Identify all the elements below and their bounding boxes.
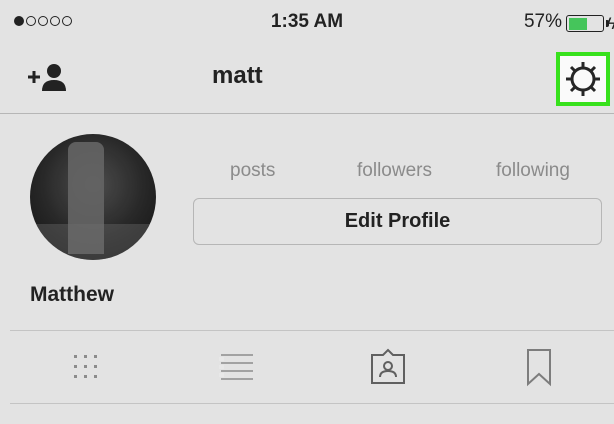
- battery-level: [568, 17, 588, 30]
- tab-list[interactable]: [161, 331, 312, 403]
- profile-screen: 1:35 AM 57% ϟ matt posts followers follo…: [0, 0, 614, 424]
- tab-tagged[interactable]: [312, 331, 463, 403]
- tab-grid[interactable]: [10, 331, 161, 403]
- bookmark-icon: [526, 349, 551, 387]
- grid-icon: [73, 355, 97, 378]
- gear-icon: [566, 62, 600, 96]
- battery-percent: 57%: [523, 11, 562, 32]
- nav-bar: matt: [0, 46, 614, 114]
- avatar-photo-shade: [30, 224, 156, 260]
- avatar[interactable]: [30, 134, 156, 260]
- status-time: 1:35 AM: [270, 11, 344, 32]
- settings-highlight: [556, 52, 610, 106]
- following-stat[interactable]: following: [496, 160, 570, 182]
- battery-icon: [566, 15, 604, 32]
- posts-stat[interactable]: posts: [230, 160, 275, 182]
- add-user-icon: [28, 64, 66, 91]
- edit-profile-button[interactable]: Edit Profile: [193, 198, 602, 245]
- charging-bolt-icon: ϟ: [607, 14, 614, 33]
- settings-button[interactable]: [556, 52, 610, 106]
- list-icon: [218, 354, 253, 380]
- profile-full-name: Matthew: [30, 283, 114, 306]
- tagged-photos-icon: [370, 348, 405, 384]
- tab-saved[interactable]: [463, 331, 614, 403]
- add-user-button[interactable]: [26, 61, 70, 97]
- profile-stats: posts followers following: [190, 160, 594, 184]
- page-title: matt: [212, 62, 263, 89]
- followers-stat[interactable]: followers: [357, 160, 432, 182]
- profile-view-tabs: [10, 330, 614, 404]
- status-bar: 1:35 AM 57% ϟ: [0, 0, 614, 44]
